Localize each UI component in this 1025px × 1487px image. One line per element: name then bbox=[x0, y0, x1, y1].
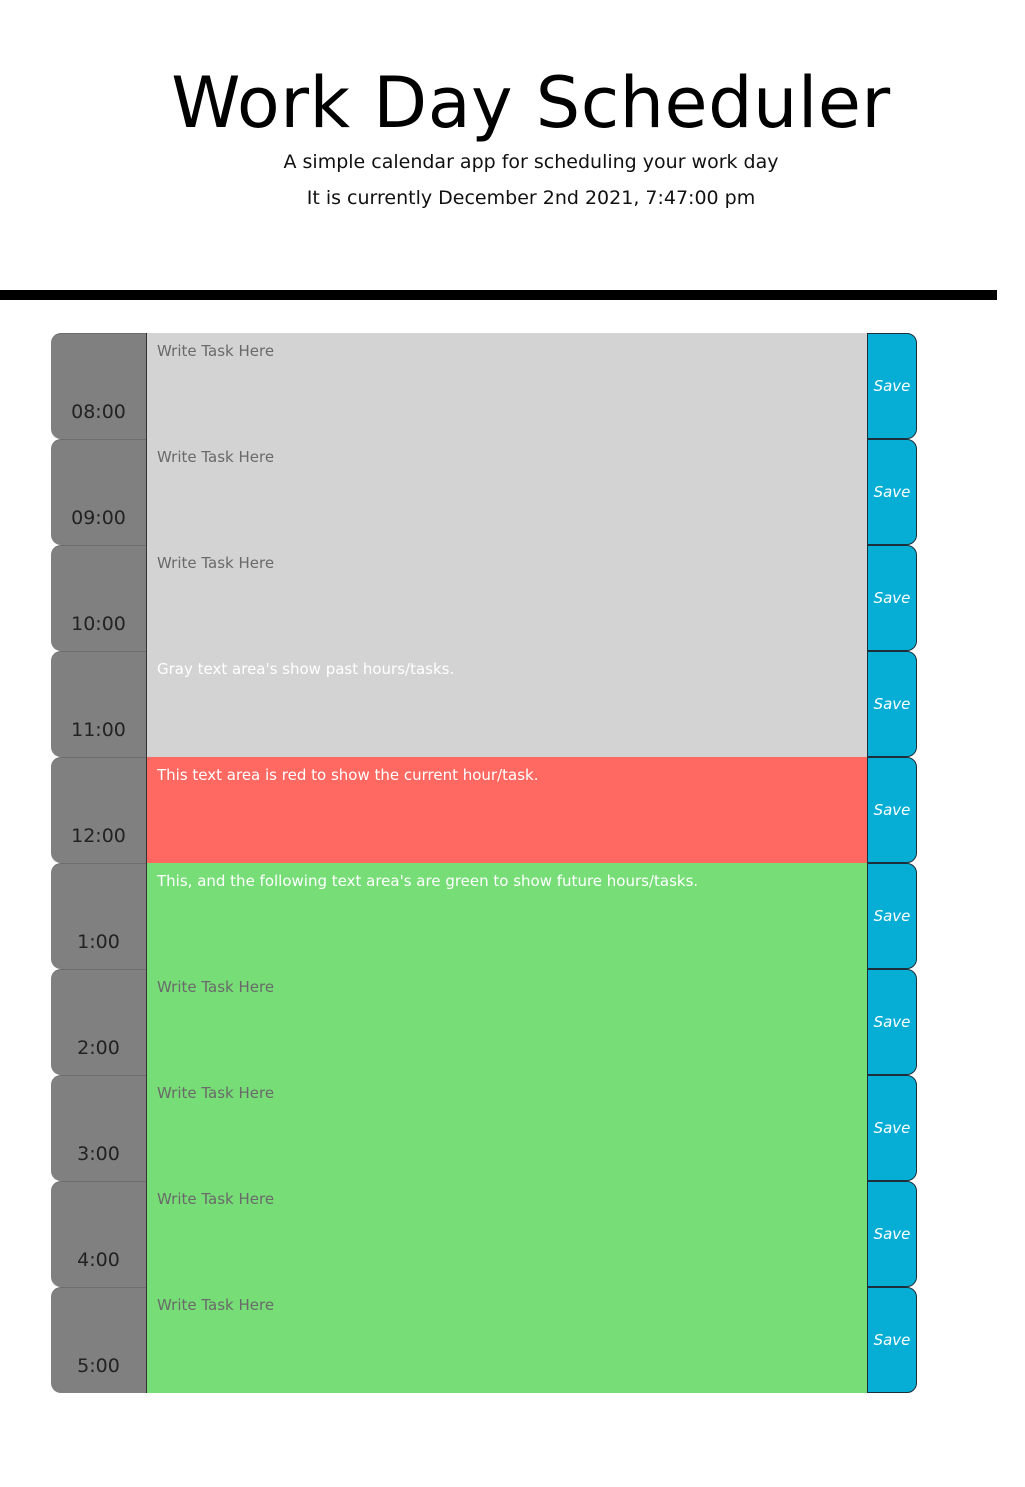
save-button[interactable]: Save bbox=[867, 1075, 917, 1181]
time-block-row: 11:00 Gray text area's show past hours/t… bbox=[51, 651, 917, 757]
save-button[interactable]: Save bbox=[867, 651, 917, 757]
time-block-row: 5:00 Save bbox=[51, 1287, 917, 1393]
time-block-row: 08:00 Save bbox=[51, 333, 917, 439]
current-datetime: It is currently December 2nd 2021, 7:47:… bbox=[306, 187, 756, 209]
save-button[interactable]: Save bbox=[867, 1181, 917, 1287]
time-block-row: 3:00 Save bbox=[51, 1075, 917, 1181]
hour-label: 1:00 bbox=[77, 931, 120, 953]
hour-block: 12:00 bbox=[51, 757, 147, 863]
hour-block: 09:00 bbox=[51, 439, 147, 545]
hour-label: 4:00 bbox=[77, 1249, 120, 1271]
hour-block: 10:00 bbox=[51, 545, 147, 651]
task-input[interactable] bbox=[147, 1287, 867, 1393]
save-button[interactable]: Save bbox=[867, 863, 917, 969]
hour-label: 5:00 bbox=[77, 1355, 120, 1377]
hour-label: 11:00 bbox=[71, 719, 126, 741]
save-button[interactable]: Save bbox=[867, 757, 917, 863]
task-input[interactable]: Gray text area's show past hours/tasks. bbox=[147, 651, 867, 757]
hour-block: 1:00 bbox=[51, 863, 147, 969]
page-subtitle: A simple calendar app for scheduling you… bbox=[283, 151, 779, 173]
hour-block: 08:00 bbox=[51, 333, 147, 439]
task-input[interactable] bbox=[147, 333, 867, 439]
hour-block: 3:00 bbox=[51, 1075, 147, 1181]
hour-label: 10:00 bbox=[71, 613, 126, 635]
task-input[interactable] bbox=[147, 545, 867, 651]
save-button[interactable]: Save bbox=[867, 969, 917, 1075]
time-block-row: 09:00 Save bbox=[51, 439, 917, 545]
hour-block: 11:00 bbox=[51, 651, 147, 757]
time-block-row: 1:00 This, and the following text area's… bbox=[51, 863, 917, 969]
time-block-row: 10:00 Save bbox=[51, 545, 917, 651]
hour-block: 4:00 bbox=[51, 1181, 147, 1287]
task-input[interactable]: This, and the following text area's are … bbox=[147, 863, 867, 969]
hour-label: 08:00 bbox=[71, 401, 126, 423]
save-button[interactable]: Save bbox=[867, 333, 917, 439]
save-button[interactable]: Save bbox=[867, 545, 917, 651]
task-input[interactable] bbox=[147, 1181, 867, 1287]
hour-label: 12:00 bbox=[71, 825, 126, 847]
page-title: Work Day Scheduler bbox=[171, 62, 891, 144]
time-block-row: 4:00 Save bbox=[51, 1181, 917, 1287]
header-divider bbox=[0, 290, 997, 300]
hour-block: 5:00 bbox=[51, 1287, 147, 1393]
task-input[interactable]: This text area is red to show the curren… bbox=[147, 757, 867, 863]
hour-block: 2:00 bbox=[51, 969, 147, 1075]
hour-label: 2:00 bbox=[77, 1037, 120, 1059]
save-button[interactable]: Save bbox=[867, 439, 917, 545]
task-input[interactable] bbox=[147, 1075, 867, 1181]
save-button[interactable]: Save bbox=[867, 1287, 917, 1393]
hour-label: 09:00 bbox=[71, 507, 126, 529]
task-input[interactable] bbox=[147, 439, 867, 545]
time-block-row: 2:00 Save bbox=[51, 969, 917, 1075]
hour-label: 3:00 bbox=[77, 1143, 120, 1165]
task-input[interactable] bbox=[147, 969, 867, 1075]
time-block-row: 12:00 This text area is red to show the … bbox=[51, 757, 917, 863]
schedule-container: 08:00 Save 09:00 Save 10:00 Save 11:00 G… bbox=[51, 333, 917, 1393]
